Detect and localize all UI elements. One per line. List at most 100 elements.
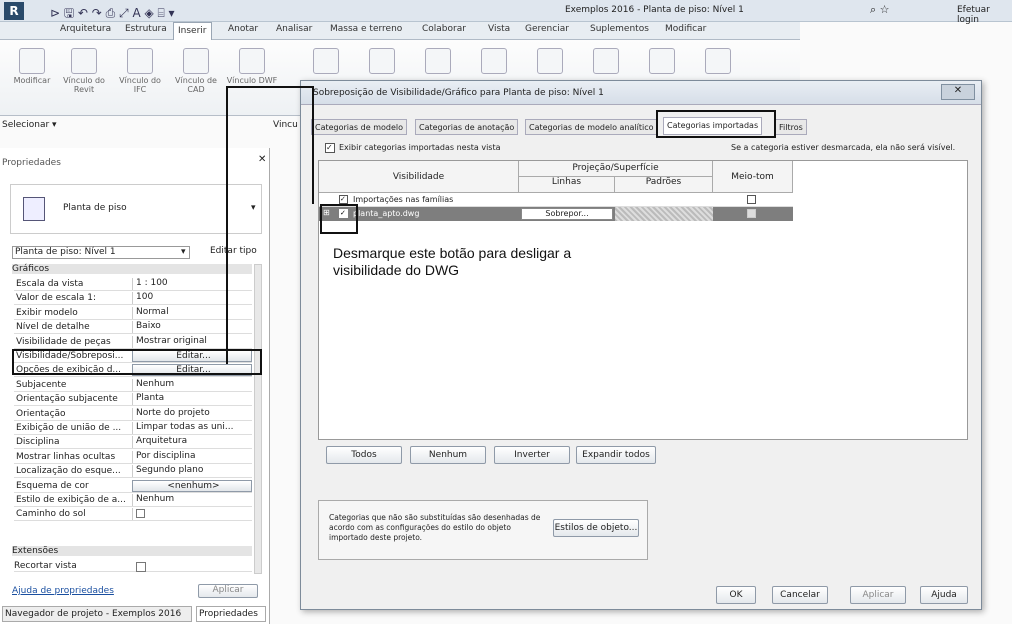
tab-arquitetura[interactable]: Arquitetura — [60, 24, 111, 34]
select-panel-label[interactable]: Selecionar ▾ — [2, 120, 57, 130]
tab-massa[interactable]: Massa e terreno — [330, 24, 402, 34]
cursor-icon — [19, 48, 45, 74]
property-value[interactable] — [132, 508, 252, 521]
tool-icon — [649, 48, 675, 74]
property-value[interactable]: Planta — [132, 393, 252, 406]
group-graficos[interactable]: Gráficos — [12, 264, 252, 274]
link-dwf-button[interactable]: Vínculo DWF — [226, 44, 278, 104]
link-cad-button[interactable]: Vínculo de CAD — [170, 44, 222, 104]
property-row[interactable]: Disciplina Arquitetura — [14, 436, 252, 450]
tab-anotar[interactable]: Anotar — [228, 24, 258, 34]
halftone-checkbox[interactable] — [747, 209, 756, 218]
help-button[interactable]: Ajuda — [920, 586, 968, 604]
show-imported-checkbox[interactable]: ✓ — [325, 143, 335, 153]
crop-view-label: Recortar vista — [14, 561, 77, 571]
none-button[interactable]: Nenhum — [410, 446, 486, 464]
close-icon[interactable]: ✕ — [258, 154, 266, 165]
property-value[interactable]: Nenhum — [132, 378, 252, 391]
property-value[interactable]: Baixo — [132, 321, 252, 334]
override-lines-button[interactable]: Sobrepor... — [521, 208, 613, 220]
tab-colaborar[interactable]: Colaborar — [422, 24, 466, 34]
halftone-checkbox[interactable] — [747, 195, 756, 204]
tab-inserir[interactable]: Inserir — [173, 22, 212, 40]
tab-analisar[interactable]: Analisar — [276, 24, 312, 34]
search-icon[interactable]: ⌕ ☆ — [870, 3, 890, 17]
modify-button[interactable]: Modificar — [6, 44, 58, 104]
property-value[interactable]: Mostrar original — [132, 335, 252, 348]
invert-button[interactable]: Inverter — [494, 446, 570, 464]
tab-suplementos[interactable]: Suplementos — [590, 24, 649, 34]
link-revit-button[interactable]: Vínculo do Revit — [58, 44, 110, 104]
table-row[interactable]: ✓ Importações nas famílias — [319, 193, 793, 207]
instance-dropdown[interactable]: Planta de piso: Nível 1 ▾ — [12, 246, 190, 259]
show-imported-label: Exibir categorias importadas nesta vista — [339, 143, 501, 152]
header-visibility: Visibilidade — [319, 161, 519, 193]
property-row[interactable]: Estilo de exibição de a... Nenhum — [14, 494, 252, 507]
tab-annotation-categories[interactable]: Categorias de anotação — [415, 119, 519, 135]
property-row[interactable]: Valor de escala 1: 100 — [14, 292, 252, 306]
tab-vista[interactable]: Vista — [488, 24, 510, 34]
ok-button[interactable]: OK — [716, 586, 756, 604]
property-value[interactable]: Segundo plano — [132, 465, 252, 478]
link-cad-label: Vínculo de CAD — [175, 76, 217, 94]
property-row[interactable]: Exibir modelo Normal — [14, 306, 252, 320]
property-row[interactable]: Subjacente Nenhum — [14, 378, 252, 392]
property-row[interactable]: Orientação subjacente Planta — [14, 393, 252, 407]
tab-filters[interactable]: Filtros — [775, 119, 807, 135]
highlight-dwg-checkbox — [320, 204, 358, 234]
property-row[interactable]: Orientação Norte do projeto — [14, 407, 252, 421]
patterns-cell[interactable] — [615, 207, 713, 221]
login-link[interactable]: Efetuar login — [957, 5, 1012, 25]
vertical-scrollbar[interactable] — [254, 264, 262, 574]
property-value[interactable]: 1 : 100 — [132, 278, 252, 290]
table-row[interactable]: ⊞ ✓ planta_apto.dwg Sobrepor... — [319, 207, 793, 221]
property-key: Exibir modelo — [16, 307, 78, 318]
property-row[interactable]: Caminho do sol — [14, 508, 252, 522]
link-ifc-button[interactable]: Vínculo do IFC — [114, 44, 166, 104]
modify-label: Modificar — [13, 76, 51, 85]
property-row[interactable]: Escala da vista 1 : 100 — [14, 278, 252, 291]
note-box: Categorias que não são substituídas são … — [318, 500, 648, 560]
property-value[interactable]: Nenhum — [132, 494, 252, 506]
property-row[interactable]: Exibição de união de ... Limpar todas as … — [14, 422, 252, 435]
tab-modificar[interactable]: Modificar — [665, 24, 706, 34]
group-extensoes[interactable]: Extensões — [12, 546, 252, 556]
header-halftone: Meio-tom — [713, 161, 793, 193]
crop-view-checkbox[interactable] — [136, 562, 146, 572]
tool-icon — [537, 48, 563, 74]
property-value[interactable]: 100 — [132, 292, 252, 305]
property-row[interactable]: Nível de detalhe Baixo — [14, 321, 252, 335]
property-value[interactable]: Normal — [132, 306, 252, 319]
cancel-button[interactable]: Cancelar — [772, 586, 828, 604]
connector-line — [226, 86, 228, 364]
object-styles-button[interactable]: Estilos de objeto... — [553, 519, 639, 537]
close-icon[interactable]: ✕ — [941, 84, 975, 100]
all-button[interactable]: Todos — [326, 446, 402, 464]
expand-all-button[interactable]: Expandir todos — [576, 446, 656, 464]
property-row[interactable]: Esquema de cor <nenhum> — [14, 479, 252, 493]
property-row[interactable]: Visibilidade de peças Mostrar original — [14, 335, 252, 349]
type-selector[interactable]: Planta de piso ▾ — [10, 184, 262, 234]
tool-icon — [705, 48, 731, 74]
edit-type-button[interactable]: Editar tipo — [210, 246, 257, 256]
tab-properties[interactable]: Propriedades — [196, 606, 266, 622]
apply-button[interactable]: Aplicar — [198, 584, 258, 598]
property-value[interactable]: Por disciplina — [132, 450, 252, 463]
revit-logo-icon[interactable]: R — [4, 2, 24, 20]
row-checkbox[interactable]: ✓ — [339, 195, 348, 204]
property-value[interactable]: <nenhum> — [132, 479, 252, 492]
property-row[interactable]: Mostrar linhas ocultas Por disciplina — [14, 450, 252, 464]
tab-estrutura[interactable]: Estrutura — [125, 24, 167, 34]
property-row[interactable]: Localização do esque... Segundo plano — [14, 465, 252, 479]
property-value[interactable]: Norte do projeto — [132, 407, 252, 420]
property-key: Caminho do sol — [16, 509, 86, 520]
apply-dialog-button[interactable]: Aplicar — [850, 586, 906, 604]
tab-analytical-categories[interactable]: Categorias de modelo analítico — [525, 119, 657, 135]
properties-help-link[interactable]: Ajuda de propriedades — [12, 586, 114, 596]
property-value[interactable]: Limpar todas as uni... — [132, 422, 252, 434]
property-key: Subjacente — [16, 379, 67, 390]
property-value[interactable]: Arquitetura — [132, 436, 252, 449]
tab-model-categories[interactable]: Categorias de modelo — [311, 119, 407, 135]
tab-project-browser[interactable]: Navegador de projeto - Exemplos 2016 — [2, 606, 192, 622]
tab-gerenciar[interactable]: Gerenciar — [525, 24, 569, 34]
